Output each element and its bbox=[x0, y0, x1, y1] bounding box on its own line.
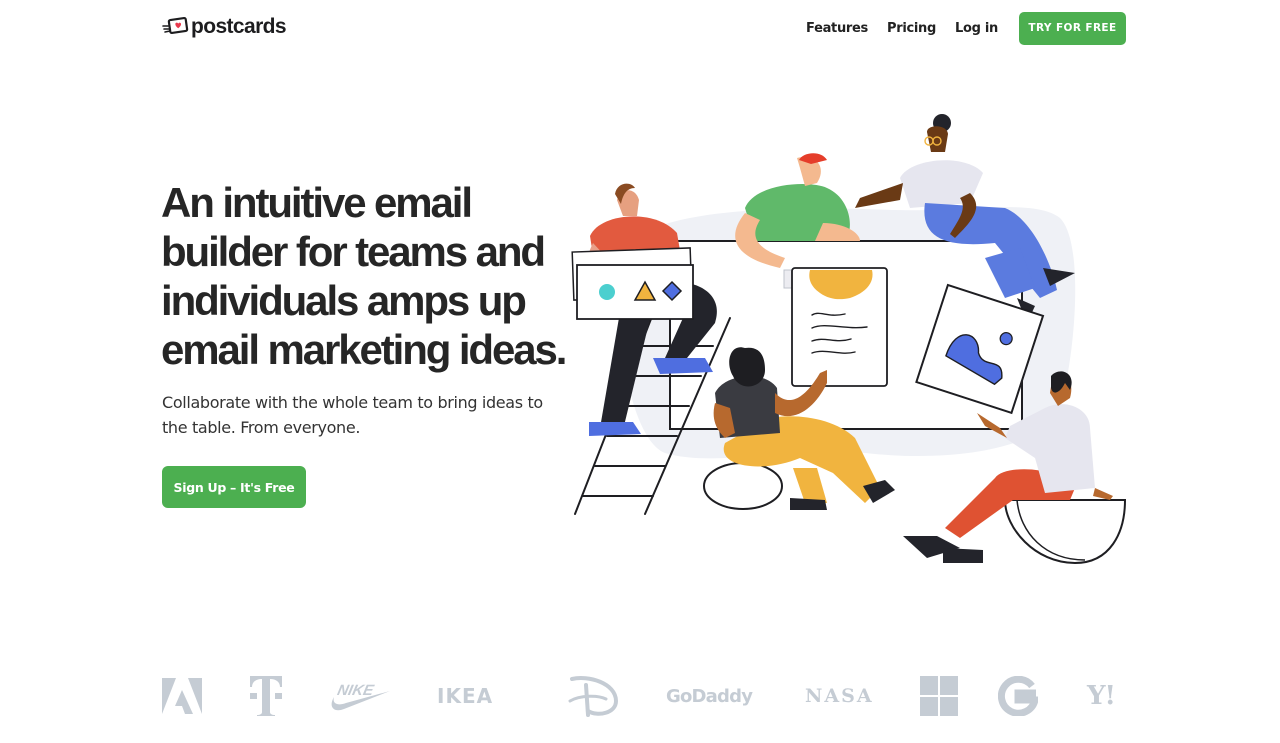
hero-title-line: builder for teams and bbox=[161, 228, 546, 275]
brand-nike: NIKE bbox=[328, 672, 392, 720]
brand-yahoo: Y! bbox=[1087, 672, 1116, 720]
circle-shape-icon bbox=[599, 284, 615, 300]
hero-title-line: email marketing ideas. bbox=[161, 326, 567, 373]
godaddy-logo-icon: GoDaddy bbox=[666, 685, 753, 707]
logo-link[interactable]: postcards bbox=[162, 13, 287, 39]
brand-telekom bbox=[250, 672, 282, 720]
brand-google bbox=[998, 672, 1038, 720]
nav-pricing-link[interactable]: Pricing bbox=[887, 21, 936, 36]
shapes-card bbox=[571, 247, 694, 320]
adobe-logo-icon bbox=[162, 678, 202, 714]
team-collaborating-on-email-illustration bbox=[571, 114, 1127, 565]
site-header: postcards Features Pricing Log in TRY FO… bbox=[0, 0, 1280, 56]
postcard-heart-icon bbox=[162, 16, 189, 35]
microsoft-logo-icon bbox=[920, 676, 958, 716]
nike-logo-icon: NIKE bbox=[331, 682, 390, 711]
hero-title: An intuitive email builder for teams and… bbox=[161, 178, 581, 374]
google-logo-icon bbox=[998, 676, 1038, 716]
svg-text:IKEA: IKEA bbox=[437, 684, 493, 708]
brand-ikea: IKEA bbox=[437, 672, 523, 720]
hero-title-line: individuals amps up bbox=[161, 277, 527, 324]
nav-login-link[interactable]: Log in bbox=[955, 21, 998, 36]
try-for-free-button[interactable]: TRY FOR FREE bbox=[1019, 11, 1126, 45]
brand-adobe bbox=[162, 672, 202, 720]
nasa-logo-icon: NASA bbox=[805, 685, 874, 707]
logo-text: postcards bbox=[191, 14, 287, 38]
svg-text:NIKE: NIKE bbox=[336, 682, 376, 699]
brand-nasa: NASA bbox=[805, 672, 874, 720]
hero-subtitle: Collaborate with the whole team to bring… bbox=[162, 393, 543, 437]
disney-logo-icon bbox=[568, 676, 619, 717]
sign-up-button[interactable]: Sign Up – It's Free bbox=[162, 466, 306, 508]
customer-logos: NIKE IKEA GoDaddy NASA Y! bbox=[160, 672, 1135, 720]
brand-disney bbox=[568, 672, 620, 720]
email-document bbox=[783, 267, 888, 387]
brand-godaddy: GoDaddy bbox=[666, 672, 753, 720]
brand-microsoft bbox=[920, 672, 958, 720]
ikea-logo-icon: IKEA bbox=[437, 684, 493, 708]
yahoo-logo-icon: Y! bbox=[1087, 681, 1116, 711]
main-nav: Features Pricing Log in TRY FOR FREE bbox=[806, 11, 1126, 45]
telekom-logo-icon bbox=[250, 676, 282, 716]
hero-title-line: An intuitive email bbox=[161, 179, 473, 226]
nav-features-link[interactable]: Features bbox=[806, 21, 868, 36]
